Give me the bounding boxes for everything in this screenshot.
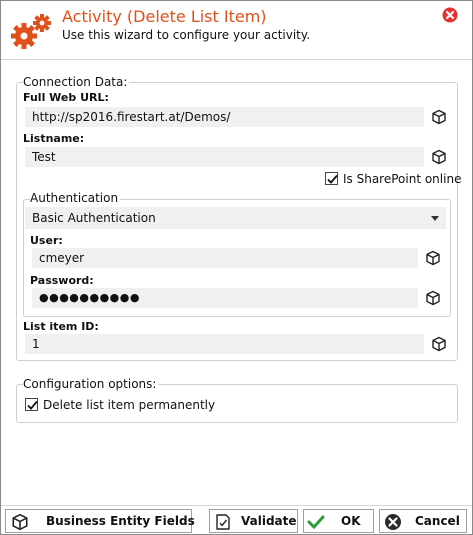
dialog-subtitle: Use this wizard to configure your activi… (62, 28, 311, 42)
ok-label: OK (341, 514, 361, 528)
footer-separator (1, 505, 472, 506)
listname-field[interactable]: Test (25, 147, 424, 167)
list-item-id-field[interactable]: 1 (25, 334, 424, 354)
chevron-down-icon[interactable] (431, 216, 439, 221)
auth-method-value: Basic Authentication (32, 211, 156, 225)
cancel-circle-icon (384, 513, 402, 531)
web-url-field[interactable]: http://sp2016.firestart.at/Demos/ (25, 107, 424, 127)
sharepoint-online-checkbox[interactable] (325, 172, 338, 185)
cube-icon[interactable] (425, 250, 441, 266)
authentication-legend: Authentication (30, 191, 121, 205)
configuration-options-legend: Configuration options: (23, 377, 159, 391)
user-label: User: (30, 234, 63, 247)
cube-icon[interactable] (431, 109, 447, 125)
ok-button[interactable]: OK (303, 509, 374, 533)
dialog-window: Activity (Delete List Item) Use this wiz… (0, 0, 473, 535)
sharepoint-online-label: Is SharePoint online (343, 172, 462, 186)
dialog-title: Activity (Delete List Item) (62, 7, 267, 26)
list-item-id-label: List item ID: (23, 320, 99, 333)
delete-permanently-label: Delete list item permanently (43, 398, 216, 412)
cube-icon (11, 513, 29, 531)
business-entity-fields-button[interactable]: Business Entity Fields (5, 509, 195, 533)
business-entity-fields-label: Business Entity Fields (46, 514, 195, 528)
auth-method-dropdown[interactable]: Basic Authentication (25, 207, 446, 229)
user-field[interactable]: cmeyer (32, 248, 418, 268)
cancel-label: Cancel (415, 514, 460, 528)
cancel-button[interactable]: Cancel (379, 509, 467, 533)
validate-document-icon (214, 513, 232, 531)
validate-button[interactable]: Validate (209, 509, 298, 533)
cube-icon[interactable] (431, 149, 447, 165)
gears-logo-icon (10, 14, 54, 50)
header-separator (1, 59, 472, 60)
cube-icon[interactable] (425, 290, 441, 306)
listname-label: Listname: (23, 132, 85, 145)
cube-icon[interactable] (431, 336, 447, 352)
web-url-label: Full Web URL: (23, 91, 109, 104)
connection-data-legend: Connection Data: (23, 75, 130, 89)
password-field[interactable]: ●●●●●●●●●● (32, 288, 418, 308)
validate-label: Validate (241, 514, 297, 528)
close-icon[interactable] (442, 7, 458, 23)
password-label: Password: (30, 274, 94, 287)
check-icon (307, 513, 325, 531)
delete-permanently-checkbox[interactable] (25, 398, 38, 411)
